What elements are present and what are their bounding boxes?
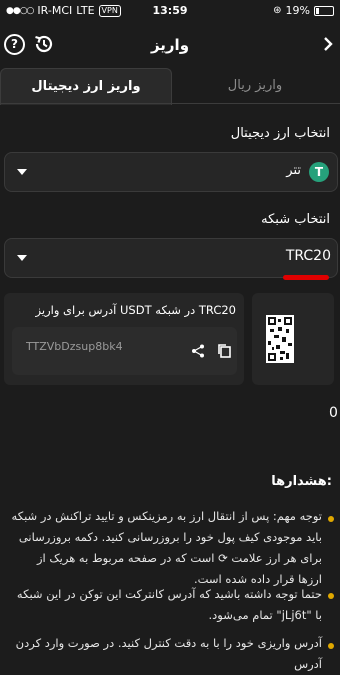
warnings-title: هشدارها: [271,474,332,489]
crypto-select-value: تتر [286,163,301,178]
warning-bullet-icon [328,643,334,649]
battery-percent: 19% [285,4,310,17]
signal-icon: ●●○○ [6,5,34,16]
network-highlight-underline [283,275,329,280]
crypto-select-label: انتخاب ارز دیجیتال [230,126,330,141]
warning-bullet-icon [328,516,334,522]
rotation-lock-icon: ⊛ [273,5,282,16]
crypto-select[interactable]: T تتر [4,152,338,192]
network-select[interactable]: TRC20 [4,238,338,278]
carrier-label: IR-MCI [37,4,73,17]
network-type: LTE [76,4,95,17]
deposit-address-field: TTZVbDzsup8bk4 [12,327,237,375]
chevron-down-icon [17,169,27,175]
battery-icon [314,5,334,16]
qr-code-icon [266,315,294,363]
network-select-label: انتخاب شبکه [261,212,330,227]
tab-bar: واریز ارز دیجیتال واریز ریال [0,68,340,105]
tab-crypto-deposit[interactable]: واریز ارز دیجیتال [0,68,172,105]
deposit-address-caption: آدرس برای واریز USDT در شبکه TRC20 [35,303,236,317]
tab-rial-deposit[interactable]: واریز ریال [170,68,340,104]
warning-item: توجه مهم: پس از انتقال ارز به رمزینکس و … [11,509,322,586]
share-icon[interactable] [191,344,205,358]
network-select-value: TRC20 [285,248,331,264]
status-left: ●●○○ IR-MCI LTE VPN [6,4,121,17]
page-title: واریز [150,36,190,54]
deposit-address-value: TTZVbDzsup8bk4 [26,340,123,353]
warning-item: آدرس واریزی خود را با به دقت کنترل کنید.… [15,636,322,671]
status-right: ⊛ 19% [273,4,334,17]
qr-code-card[interactable] [252,293,334,385]
top-bar: ? واریز [0,22,340,66]
warning-bullet-icon [328,593,334,599]
tether-icon: T [309,162,329,182]
vpn-badge: VPN [98,4,121,17]
chevron-down-icon [17,255,27,261]
back-chevron-icon[interactable] [322,36,334,52]
copy-icon[interactable] [217,343,231,358]
tab-divider [0,103,340,104]
warning-item: حتما توجه داشته باشید که آدرس کانترکت ای… [16,587,322,622]
memo-value: 0 [329,405,338,421]
deposit-address-card: آدرس برای واریز USDT در شبکه TRC20 TTZVb… [4,293,244,385]
status-bar: 13:59 ●●○○ IR-MCI LTE VPN ⊛ 19% [0,0,340,20]
